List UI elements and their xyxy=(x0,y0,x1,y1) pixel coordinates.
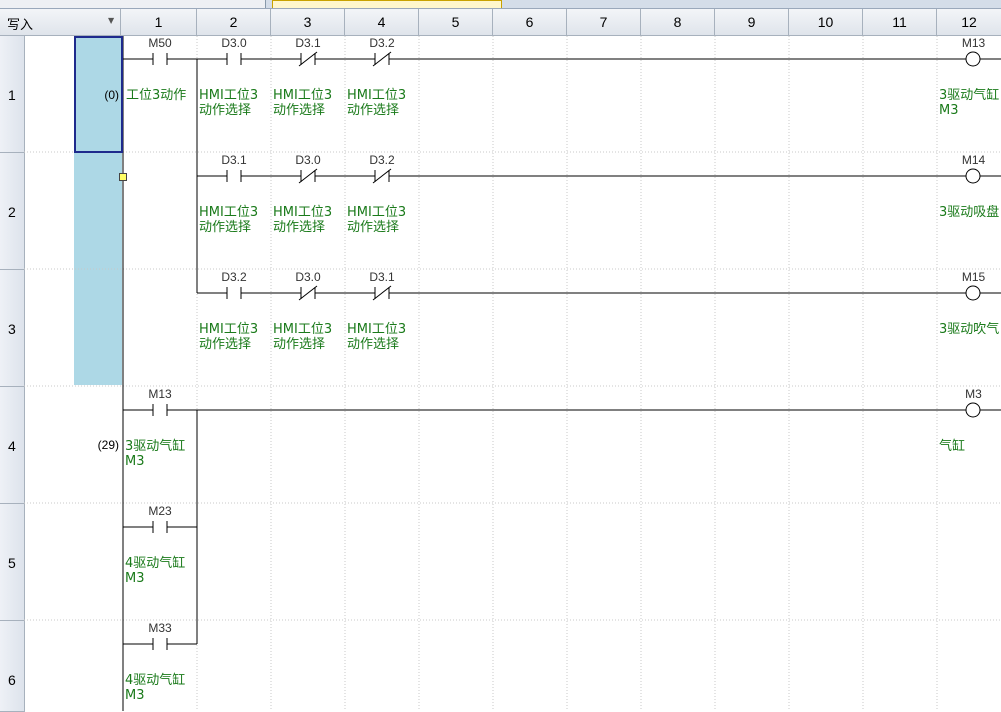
contact-comment: HMI工位3 动作选择 xyxy=(199,322,259,352)
contact-comment: HMI工位3 动作选择 xyxy=(273,322,333,352)
coil-device-label[interactable]: M13 xyxy=(937,36,1001,50)
contact-comment: 4驱动气缸 M3 xyxy=(125,556,186,586)
contact-device-label[interactable]: D3.1 xyxy=(197,153,271,167)
contact-comment: HMI工位3 动作选择 xyxy=(273,88,333,118)
contact-device-label[interactable]: D3.0 xyxy=(271,270,345,284)
contact-device-label[interactable]: M50 xyxy=(123,36,197,50)
contact-device-label[interactable]: M33 xyxy=(123,621,197,635)
contact-comment: HMI工位3 动作选择 xyxy=(347,322,407,352)
contact-comment: HMI工位3 动作选择 xyxy=(347,205,407,235)
contact-device-label[interactable]: D3.2 xyxy=(345,36,419,50)
coil-device-label[interactable]: M3 xyxy=(937,387,1001,401)
contact-device-label[interactable]: M13 xyxy=(123,387,197,401)
contact-comment: 3驱动气缸 M3 xyxy=(125,439,186,469)
ladder-wires xyxy=(122,36,1001,711)
grid-lines xyxy=(24,36,1001,711)
contact-device-label[interactable]: M23 xyxy=(123,504,197,518)
contact-device-label[interactable]: D3.2 xyxy=(345,153,419,167)
coil-comment: 3驱动气缸 M3 xyxy=(939,88,1000,118)
contact-device-label[interactable]: D3.2 xyxy=(197,270,271,284)
coil-comment: 3驱动吸盘 xyxy=(939,205,1000,220)
contact-comment: 工位3动作 xyxy=(126,88,187,103)
coil-comment: 3驱动吹气 xyxy=(939,322,1000,337)
coil-device-label[interactable]: M14 xyxy=(937,153,1001,167)
contact-comment: HMI工位3 动作选择 xyxy=(199,88,259,118)
contact-comment: HMI工位3 动作选择 xyxy=(273,205,333,235)
ladder-diagram[interactable] xyxy=(0,0,1001,711)
coil-comment: 气缸 xyxy=(939,439,966,454)
contact-comment: HMI工位3 动作选择 xyxy=(199,205,259,235)
contact-device-label[interactable]: D3.1 xyxy=(271,36,345,50)
resize-handle[interactable] xyxy=(119,173,127,181)
contact-device-label[interactable]: D3.0 xyxy=(197,36,271,50)
coil-device-label[interactable]: M15 xyxy=(937,270,1001,284)
contact-device-label[interactable]: D3.0 xyxy=(271,153,345,167)
contact-comment: 4驱动气缸 M3 xyxy=(125,673,186,703)
contact-comment: HMI工位3 动作选择 xyxy=(347,88,407,118)
contact-device-label[interactable]: D3.1 xyxy=(345,270,419,284)
step-number: (0) xyxy=(104,88,119,102)
step-number: (29) xyxy=(97,438,119,452)
